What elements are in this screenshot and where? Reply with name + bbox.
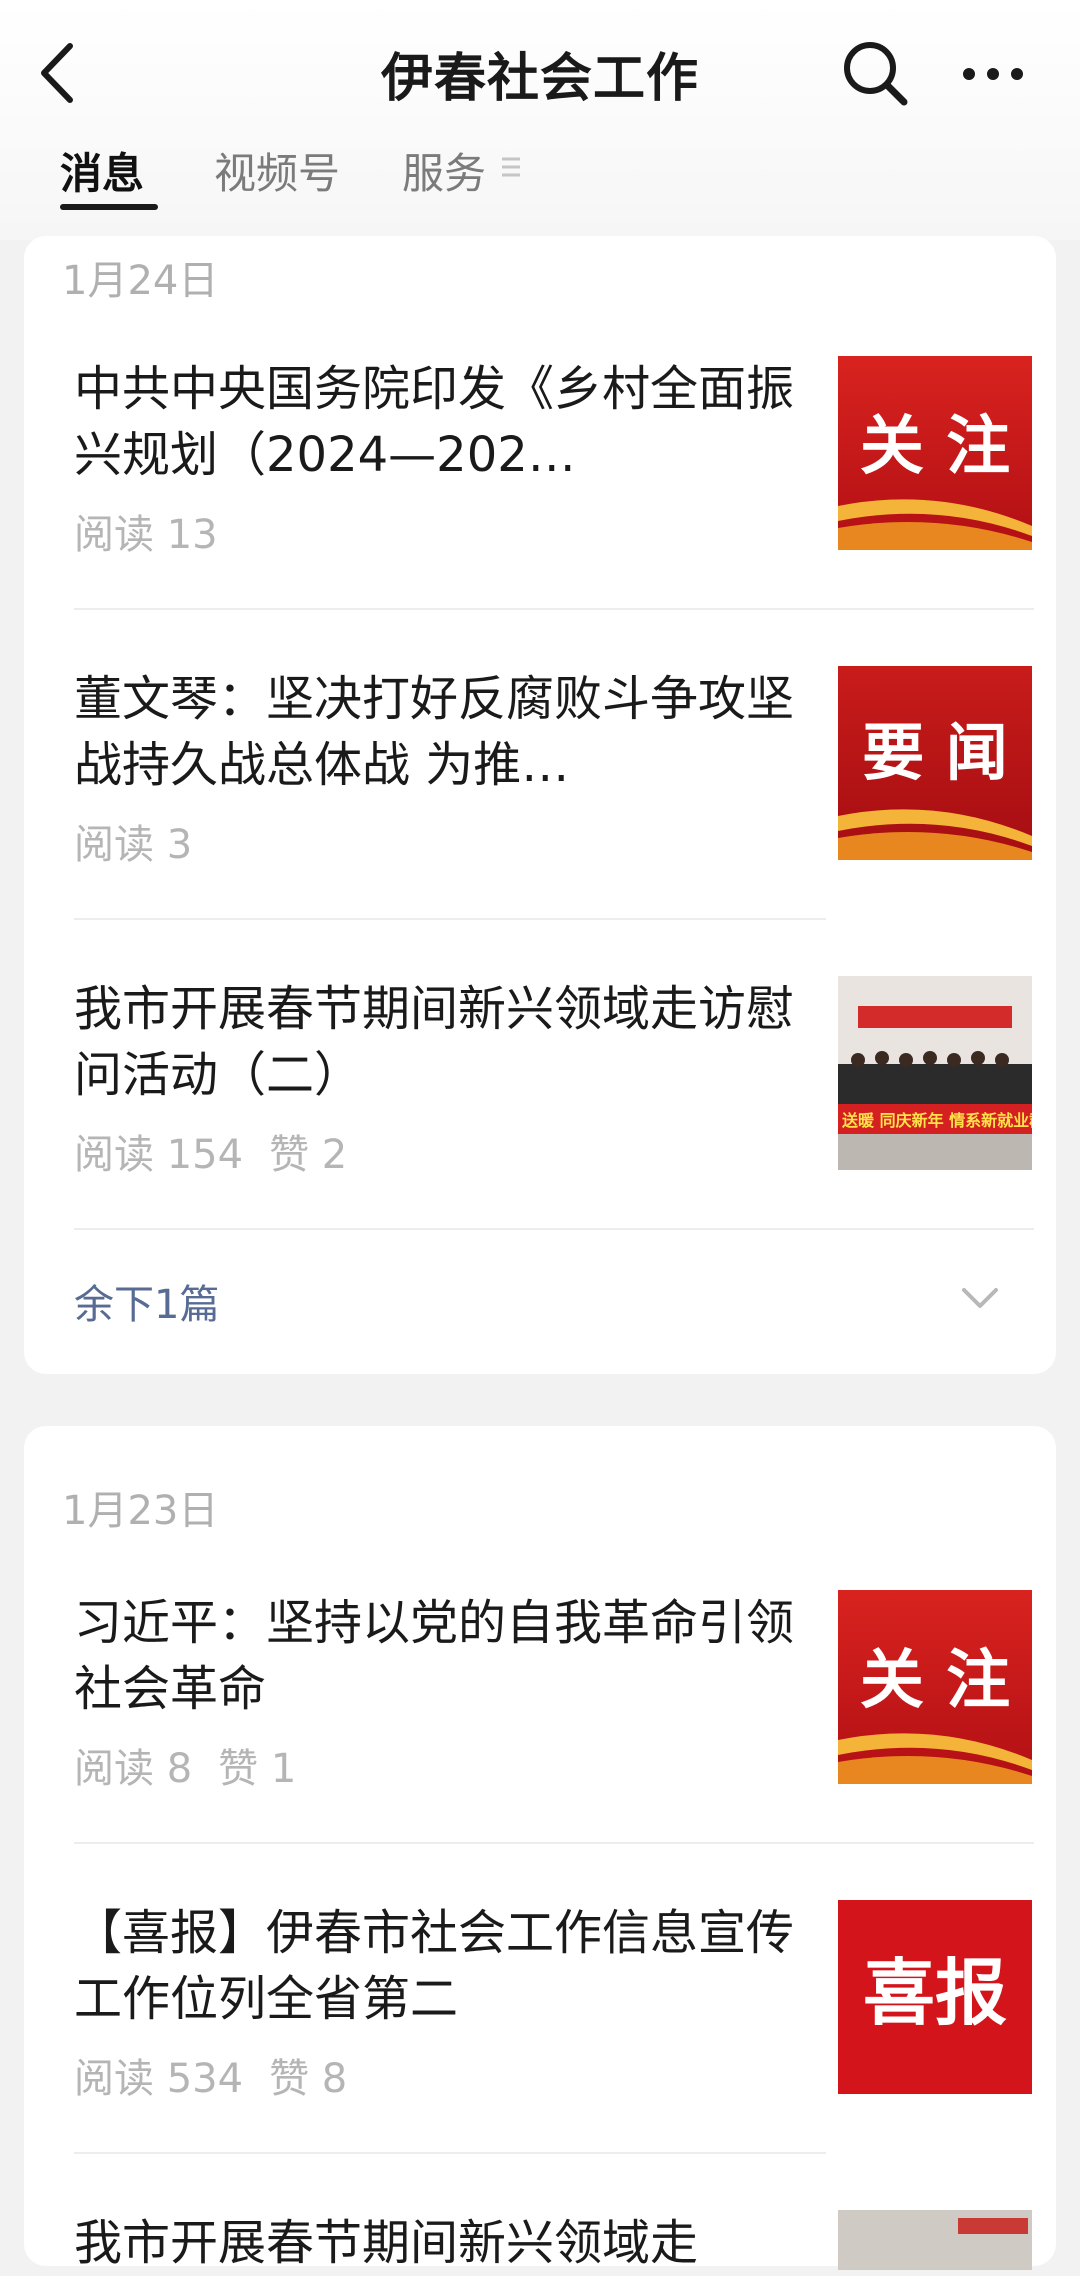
top-bar: 伊春社会工作 消息 视频号 服务 (0, 0, 1080, 240)
like-count: 赞 8 (269, 2056, 348, 2102)
article-title: 【喜报】伊春市社会工作信息宣传工作位列全省第二 (74, 1905, 794, 2027)
divider (74, 2152, 826, 2154)
read-count: 阅读 3 (74, 822, 193, 868)
page-title: 伊春社会工作 (380, 49, 699, 109)
group-date: 1月24日 (62, 258, 219, 304)
article-thumbnail-photo: 送暖 同庆新年 情系新就业群 (838, 976, 1032, 1170)
article-title: 董文琴：坚决打好反腐败斗争攻坚战持久战总体战 为推… (74, 671, 794, 793)
article-item[interactable]: 中共中央国务院印发《乡村全面振兴规划（2024—202… 阅读 13 关 注 (74, 356, 1034, 558)
more-icon[interactable] (960, 52, 1026, 96)
article-title: 我市开展春节期间新兴领域走访慰问活动（二） (74, 981, 794, 1103)
article-item[interactable]: 习近平：坚持以党的自我革命引领社会革命 阅读 8 赞 1 关 注 (74, 1590, 1034, 1792)
article-meta: 阅读 8 赞 1 (74, 1736, 322, 1794)
article-meta: 阅读 3 (74, 812, 218, 870)
article-item[interactable]: 我市开展春节期间新兴领域走访慰问活动（二） 阅读 154 赞 2 送暖 同庆新年 … (74, 976, 1034, 1178)
article-meta: 阅读 154 赞 2 (74, 1122, 373, 1180)
message-group-card: 1月23日 习近平：坚持以党的自我革命引领社会革命 阅读 8 赞 1 关 注 【喜… (24, 1426, 1056, 2271)
read-count: 阅读 13 (74, 512, 218, 558)
read-count: 阅读 8 (74, 1746, 193, 1792)
thumb-text: 要 闻 (862, 716, 1008, 789)
like-count: 赞 1 (218, 1746, 297, 1792)
tab-services[interactable]: 服务 (402, 140, 486, 201)
divider (74, 608, 1034, 610)
thumb-text: 关 注 (860, 409, 1010, 484)
tab-channels[interactable]: 视频号 (214, 140, 340, 201)
chevron-down-icon[interactable] (958, 1280, 1002, 1316)
article-meta: 阅读 534 赞 8 (74, 2046, 373, 2104)
article-thumbnail: 关 注 (838, 1590, 1032, 1784)
article-title: 我市开展春节期间新兴领域走 (74, 2215, 699, 2271)
article-item[interactable]: 【喜报】伊春市社会工作信息宣传工作位列全省第二 阅读 534 赞 8 喜报 (74, 1900, 1034, 2102)
article-title: 习近平：坚持以党的自我革命引领社会革命 (74, 1595, 794, 1717)
article-thumbnail: 关 注 (838, 356, 1032, 550)
read-count: 阅读 534 (74, 2056, 244, 2102)
search-icon[interactable] (838, 36, 912, 110)
menu-lines-icon[interactable] (500, 154, 522, 180)
thumb-text: 关 注 (860, 1643, 1010, 1718)
article-thumbnail: 要 闻 (838, 666, 1032, 860)
thumb-text: 喜报 (863, 1950, 1007, 2035)
active-tab-indicator (60, 204, 158, 210)
divider (74, 1228, 1034, 1230)
read-count: 阅读 154 (74, 1132, 244, 1178)
divider (74, 918, 826, 920)
tab-messages[interactable]: 消息 (60, 140, 144, 201)
remaining-articles-link[interactable]: 余下1篇 (74, 1272, 219, 1330)
like-count: 赞 2 (269, 1132, 348, 1178)
message-group-card: 1月24日 中共中央国务院印发《乡村全面振兴规划（2024—202… 阅读 13… (24, 236, 1056, 1374)
article-thumbnail-photo (838, 2210, 1032, 2270)
group-date: 1月23日 (62, 1488, 219, 1534)
article-item[interactable]: 我市开展春节期间新兴领域走 (74, 2210, 1034, 2271)
thumb-banner-text: 送暖 同庆新年 情系新就业群 (841, 1111, 1032, 1130)
article-title: 中共中央国务院印发《乡村全面振兴规划（2024—202… (74, 361, 794, 483)
article-thumbnail: 喜报 (838, 1900, 1032, 2094)
article-item[interactable]: 董文琴：坚决打好反腐败斗争攻坚战持久战总体战 为推… 阅读 3 要 闻 (74, 666, 1034, 868)
divider (74, 1842, 1034, 1844)
article-meta: 阅读 13 (74, 502, 244, 560)
